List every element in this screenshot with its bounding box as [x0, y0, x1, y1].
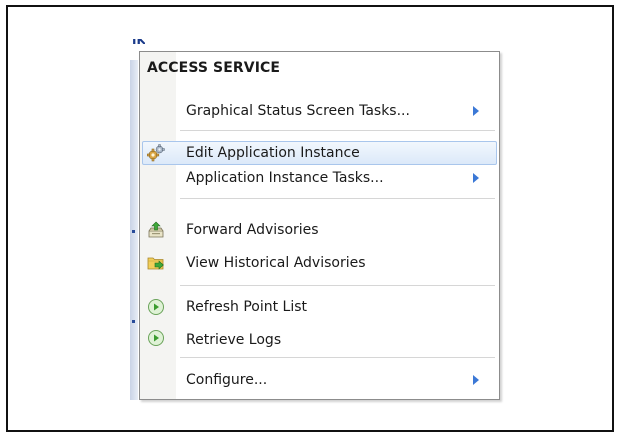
menu-item-graphical-status-screen-tasks[interactable]: Graphical Status Screen Tasks... — [142, 99, 497, 123]
menu-item-label: Edit Application Instance — [186, 145, 360, 161]
folder-arrow-icon — [147, 257, 164, 270]
menu-item-refresh-point-list[interactable]: Refresh Point List — [142, 295, 497, 319]
menu-item-label: View Historical Advisories — [186, 255, 366, 271]
gear-cog-icon — [147, 144, 165, 162]
background-title-fragment: IK — [132, 39, 145, 47]
menu-item-edit-application-instance[interactable]: Edit Application Instance — [142, 141, 497, 165]
menu-item-label: Configure... — [186, 372, 268, 388]
background-marker — [132, 230, 135, 233]
menu-item-configure[interactable]: Configure... — [142, 368, 497, 392]
background-marker — [132, 320, 135, 323]
menu-separator — [180, 285, 495, 286]
menu-header: ACCESS SERVICE — [147, 60, 281, 76]
green-play-circle-icon — [148, 330, 164, 346]
submenu-arrow-icon — [473, 106, 479, 116]
menu-item-label: Forward Advisories — [186, 222, 319, 238]
menu-item-view-historical-advisories[interactable]: View Historical Advisories — [142, 251, 497, 275]
submenu-arrow-icon — [473, 173, 479, 183]
menu-item-retrieve-logs[interactable]: Retrieve Logs — [142, 328, 497, 352]
menu-item-label: Refresh Point List — [186, 299, 308, 315]
background-window-edge — [130, 60, 138, 400]
menu-item-label: Retrieve Logs — [186, 332, 282, 348]
menu-separator — [180, 130, 495, 131]
menu-item-label: Application Instance Tasks... — [186, 170, 384, 186]
menu-item-forward-advisories[interactable]: Forward Advisories — [142, 218, 497, 242]
menu-separator — [180, 198, 495, 199]
menu-item-application-instance-tasks[interactable]: Application Instance Tasks... — [142, 166, 497, 190]
submenu-arrow-icon — [473, 375, 479, 385]
context-menu: ACCESS SERVICE Graphical Status Screen T… — [139, 51, 500, 400]
green-play-circle-icon — [148, 299, 164, 315]
inbox-forward-icon — [148, 221, 164, 238]
menu-item-label: Graphical Status Screen Tasks... — [186, 103, 410, 119]
menu-separator — [180, 357, 495, 358]
